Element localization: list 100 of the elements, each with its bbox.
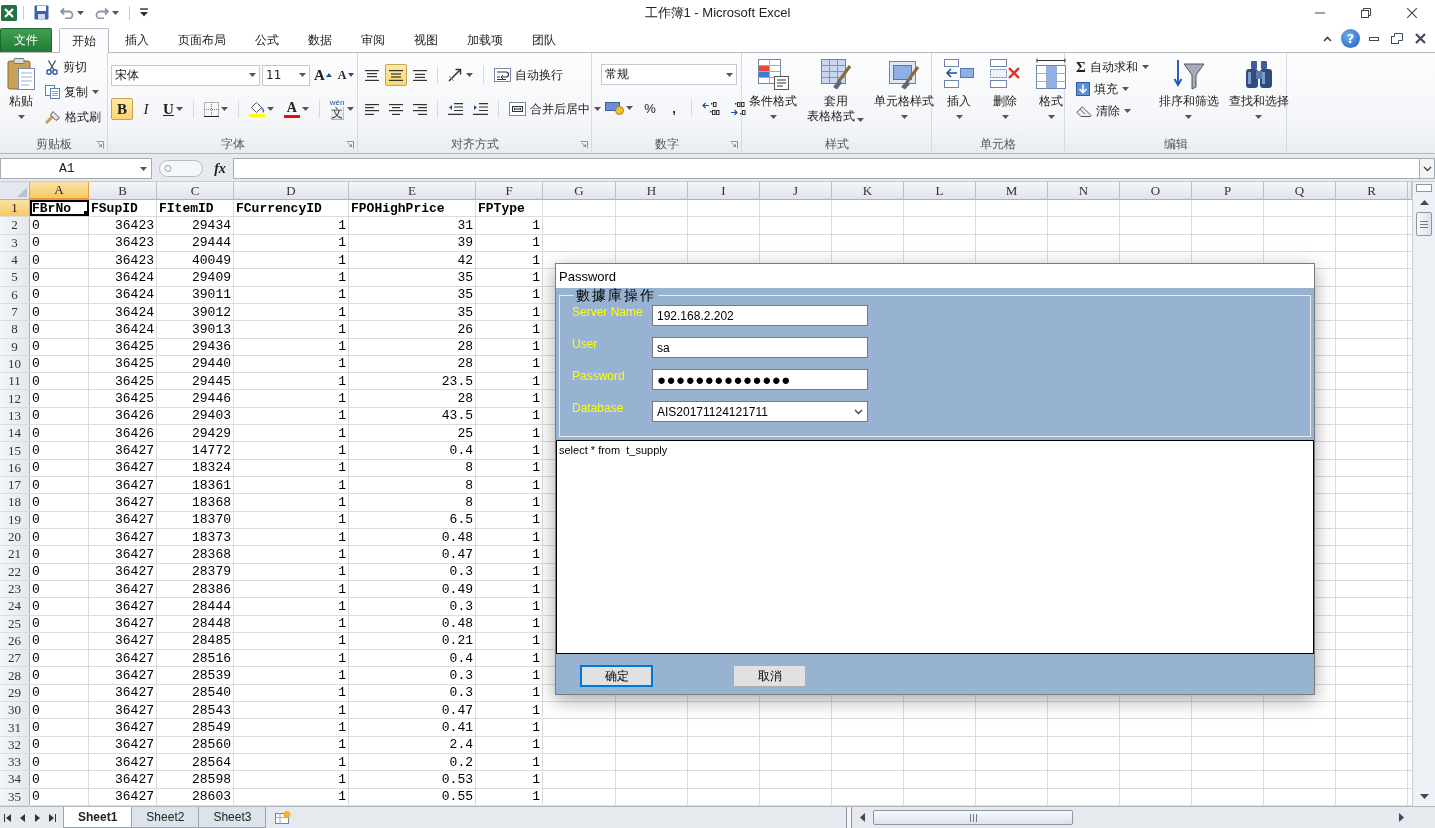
dialog-launcher-icon[interactable] [730, 140, 738, 149]
column-header[interactable]: B [89, 182, 157, 200]
ribbon-tab[interactable]: 数据 [295, 28, 345, 52]
formula-input-field[interactable] [233, 158, 1420, 179]
format-painter-button[interactable]: 格式刷 [41, 106, 105, 128]
vertical-align-button[interactable] [385, 64, 407, 86]
dropdown-field[interactable]: AIS20171124121711 [652, 401, 868, 422]
column-header[interactable]: M [976, 182, 1048, 200]
row-header[interactable]: 17 [0, 477, 30, 494]
table-cell-text: 1 [337, 615, 347, 632]
autosum-button[interactable]: Σ 自动求和 [1072, 56, 1153, 78]
text-field[interactable]: sa [652, 337, 868, 358]
cut-button[interactable]: 剪切 [41, 56, 105, 78]
row-header[interactable]: 14 [0, 425, 30, 442]
row-header[interactable]: 33 [0, 754, 30, 771]
row-header[interactable]: 2 [0, 217, 30, 234]
row-header[interactable]: 12 [0, 390, 30, 407]
column-header[interactable]: J [760, 182, 832, 200]
comma-style-button[interactable]: , [663, 97, 685, 119]
row-header[interactable]: 15 [0, 442, 30, 459]
ribbon-tab[interactable]: 团队 [519, 28, 569, 52]
ribbon-tab[interactable]: 加载项 [454, 28, 516, 52]
row-header[interactable]: 30 [0, 702, 30, 719]
sheet-tab[interactable]: Sheet1 [63, 807, 133, 828]
wrap-text-button[interactable]: 自动换行 [490, 64, 567, 86]
conditional-format-button[interactable]: 条件格式 [745, 56, 801, 136]
table-cell-text: 28564 [191, 754, 232, 771]
bold-button[interactable]: B [111, 98, 133, 120]
row-header[interactable]: 27 [0, 650, 30, 667]
dialog-launcher-icon[interactable] [346, 140, 354, 149]
ribbon-tab[interactable]: 审阅 [348, 28, 398, 52]
column-header[interactable]: K [832, 182, 904, 200]
phonetic-button[interactable]: wén 文 [325, 98, 358, 120]
table-cell-text: 1 [531, 598, 541, 615]
fill-button[interactable]: 填充 [1072, 78, 1153, 100]
sheet-tab[interactable]: Sheet3 [198, 807, 267, 828]
query-text-area[interactable]: select * from t_supply [556, 440, 1314, 654]
insert-function-button[interactable]: fx [207, 158, 233, 179]
font-color-button[interactable]: A [279, 98, 313, 120]
percent-button[interactable]: % [639, 97, 661, 119]
grow-font-button[interactable]: A [312, 64, 334, 86]
column-header[interactable]: N [1048, 182, 1120, 200]
insert-button[interactable]: 插入 [939, 56, 979, 136]
paste-button[interactable]: 粘贴 [3, 56, 39, 136]
column-header[interactable]: A [30, 182, 89, 200]
sheet-tab[interactable]: Sheet2 [131, 807, 200, 828]
italic-button[interactable]: I [135, 98, 157, 120]
expand-formula-button[interactable] [1420, 158, 1435, 179]
text-field[interactable]: 192.168.2.202 [652, 305, 868, 326]
row-header[interactable]: 8 [0, 321, 30, 338]
row-header[interactable]: 21 [0, 546, 30, 563]
ribbon-tab[interactable]: 页面布局 [165, 28, 239, 52]
column-header[interactable]: G [543, 182, 616, 200]
ribbon-tab[interactable]: 开始 [59, 28, 109, 53]
sort-filter-button[interactable]: 排序和筛选 [1154, 56, 1223, 136]
password-field[interactable]: ●●●●●●●●●●●●●● [652, 369, 868, 390]
column-header[interactable]: Q [1264, 182, 1336, 200]
scroll-thumb[interactable] [873, 810, 1073, 825]
row-header[interactable]: 34 [0, 771, 30, 788]
column-header[interactable]: F [476, 182, 543, 200]
name-box[interactable]: A1 [0, 158, 152, 179]
dialog-button[interactable]: 取消 [733, 665, 806, 687]
underline-button[interactable]: U [159, 98, 187, 120]
font-size-combo[interactable]: 11 [262, 64, 310, 86]
shrink-font-button[interactable]: A [335, 64, 356, 86]
cell-styles-button[interactable]: 单元格样式 [870, 56, 938, 136]
format-button[interactable]: 格式 [1031, 56, 1071, 136]
column-header[interactable]: O [1120, 182, 1192, 200]
column-header[interactable]: P [1192, 182, 1264, 200]
row-header[interactable]: 31 [0, 719, 30, 736]
format-as-table-button[interactable]: 套用 表格格式 [803, 56, 868, 136]
dialog-launcher-icon[interactable] [96, 140, 104, 149]
copy-button[interactable]: 复制 [41, 81, 105, 103]
row-header[interactable]: 28 [0, 667, 30, 684]
table-cell-text: 0 [31, 373, 41, 390]
column-header[interactable]: H [616, 182, 688, 200]
number-format-combo[interactable]: 常规 [601, 64, 737, 85]
row-header[interactable]: 1 [0, 200, 30, 217]
ribbon-tab[interactable]: 视图 [401, 28, 451, 52]
dialog-launcher-icon[interactable] [580, 140, 588, 149]
file-tab[interactable]: 文件 [0, 28, 52, 52]
row-header[interactable]: 24 [0, 598, 30, 615]
row-header[interactable]: 11 [0, 373, 30, 390]
delete-button[interactable]: 删除 [985, 56, 1025, 136]
column-header[interactable]: C [157, 182, 234, 200]
find-select-button[interactable]: 查找和选择 [1224, 56, 1293, 136]
scroll-thumb[interactable] [1416, 212, 1432, 236]
ribbon-tab[interactable]: 公式 [242, 28, 292, 52]
row-header[interactable]: 18 [0, 494, 30, 511]
column-header[interactable]: E [349, 182, 476, 200]
row-header[interactable]: 5 [0, 269, 30, 286]
clear-button[interactable]: 清除 [1072, 100, 1153, 122]
ribbon-tab[interactable]: 插入 [112, 28, 162, 52]
merge-center-button[interactable]: 合并后居中 [505, 98, 605, 120]
column-header[interactable]: I [688, 182, 760, 200]
dialog-button[interactable]: 确定 [580, 665, 653, 687]
column-header[interactable]: R [1336, 182, 1408, 200]
column-header[interactable]: L [904, 182, 976, 200]
column-header[interactable]: D [234, 182, 349, 200]
font-name-combo[interactable]: 宋体 [111, 64, 260, 86]
